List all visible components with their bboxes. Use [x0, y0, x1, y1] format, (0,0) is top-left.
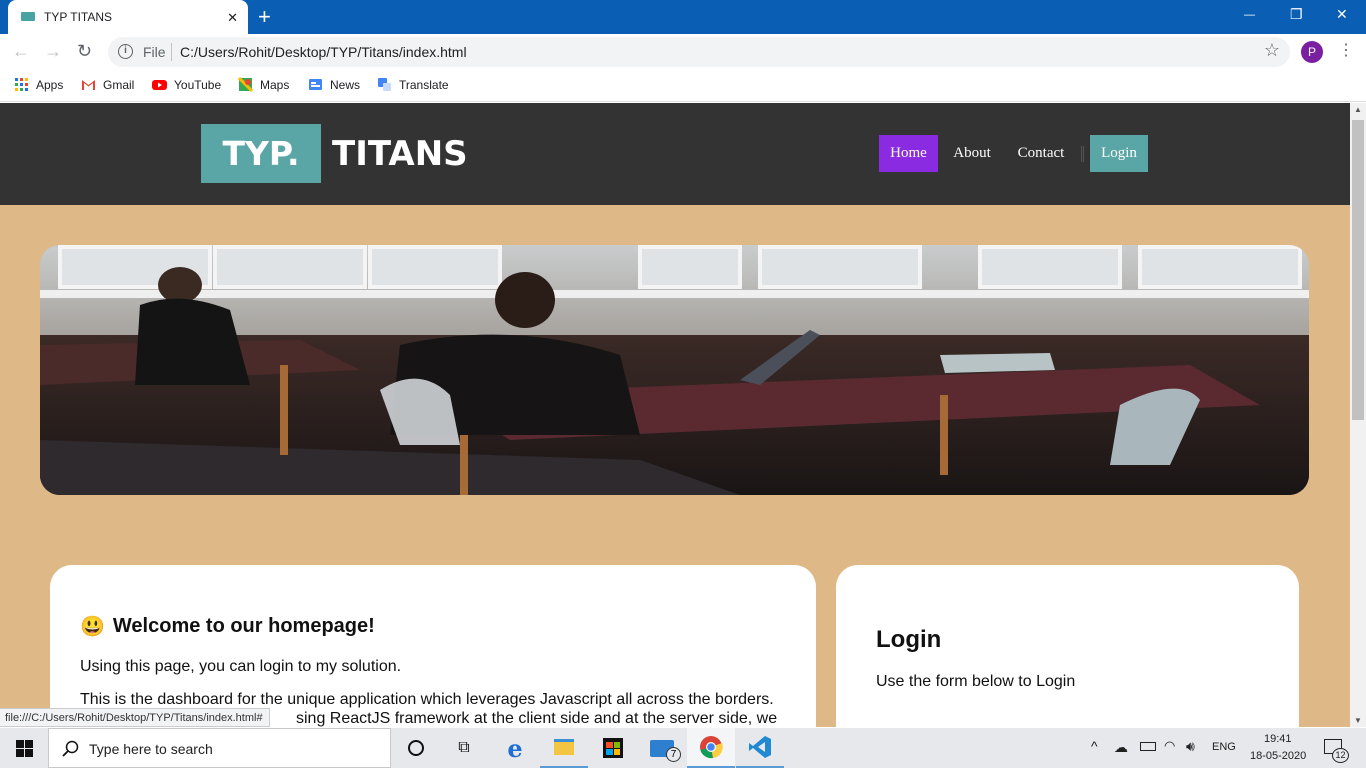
browser-tab[interactable]: TYP TITANS ✕	[8, 0, 248, 34]
bookmark-translate[interactable]: Translate	[377, 77, 449, 92]
bookmark-gmail[interactable]: Gmail	[81, 77, 134, 92]
chrome-taskbar-icon[interactable]	[687, 728, 735, 768]
taskbar-search-box[interactable]: Type here to search	[48, 728, 391, 768]
onedrive-cloud-icon[interactable]: ☁	[1114, 739, 1128, 756]
logo-box[interactable]: TYP.	[201, 124, 321, 183]
cortana-circle-icon	[408, 740, 424, 756]
windows-logo-icon	[15, 739, 33, 757]
bookmark-apps[interactable]: Apps	[14, 77, 63, 92]
tray-overflow-chevron-icon[interactable]: ^	[1091, 738, 1098, 754]
gmail-icon	[82, 80, 95, 90]
minimize-button[interactable]: —	[1244, 9, 1255, 21]
login-heading: Login	[876, 626, 942, 653]
nav-login[interactable]: Login	[1090, 135, 1148, 172]
clock-date[interactable]: 18-05-2020	[1250, 750, 1306, 762]
site-info-icon[interactable]: i	[118, 44, 133, 59]
logo-text[interactable]: TITANS	[332, 133, 468, 175]
bookmark-youtube[interactable]: YouTube	[152, 77, 221, 92]
youtube-icon	[152, 80, 167, 90]
chrome-icon	[700, 736, 723, 759]
notification-count-badge: 12	[1332, 748, 1349, 763]
back-arrow-icon[interactable]: ←	[12, 41, 30, 62]
bookmark-maps[interactable]: Maps	[238, 77, 289, 92]
classroom-photo	[40, 245, 1309, 495]
scrollbar-thumb[interactable]	[1352, 120, 1364, 420]
close-window-button[interactable]: ✕	[1336, 6, 1348, 23]
task-view-icon: ⧉	[458, 739, 470, 756]
tab-title: TYP TITANS	[44, 10, 113, 24]
welcome-heading: Welcome to our homepage!	[112, 615, 375, 637]
bookmark-label: Maps	[260, 77, 290, 92]
bookmarks-bar: Apps Gmail YouTube Maps News Translate	[0, 70, 1366, 102]
scheme-label: File	[143, 44, 166, 60]
tab-favicon-icon	[21, 12, 35, 21]
smiley-emoji-icon: 😃	[80, 615, 105, 638]
forward-arrow-icon[interactable]: →	[44, 41, 62, 62]
nav-divider	[1081, 146, 1084, 162]
scroll-up-icon[interactable]: ▲	[1354, 105, 1362, 114]
bookmark-label: Translate	[399, 77, 449, 92]
news-icon	[309, 79, 322, 90]
bookmark-label: Apps	[36, 77, 64, 92]
welcome-description-line2: sing ReactJS framework at the client sid…	[296, 710, 778, 727]
new-tab-button[interactable]: +	[258, 4, 271, 30]
search-icon	[62, 740, 79, 757]
profile-avatar[interactable]: P	[1301, 41, 1323, 63]
welcome-card: 😃 Welcome to our homepage! Using this pa…	[50, 565, 816, 727]
web-page: TYP. TITANS Home About Contact Login 😃 W…	[0, 103, 1350, 727]
login-instructions: Use the form below to Login	[876, 673, 1076, 690]
bookmark-label: YouTube	[174, 77, 222, 92]
bookmark-label: News	[330, 77, 361, 92]
volume-icon[interactable]: 🔊︎	[1186, 738, 1195, 755]
tab-close-icon[interactable]: ✕	[227, 10, 238, 26]
start-button[interactable]	[0, 728, 48, 768]
edge-icon: e	[507, 733, 523, 763]
url-text[interactable]: C:/Users/Rohit/Desktop/TYP/Titans/index.…	[180, 44, 467, 60]
restore-button[interactable]: ❐	[1290, 6, 1303, 23]
mail-badge: 7	[666, 747, 681, 762]
vscode-taskbar-icon[interactable]	[736, 728, 784, 768]
bookmark-news[interactable]: News	[308, 77, 360, 92]
battery-icon[interactable]	[1140, 742, 1156, 751]
welcome-intro: Using this page, you can login to my sol…	[80, 658, 402, 675]
cortana-button[interactable]	[392, 728, 440, 768]
nav-contact[interactable]: Contact	[1008, 135, 1074, 172]
search-placeholder: Type here to search	[89, 741, 213, 757]
apps-grid-icon	[15, 78, 28, 91]
folder-icon	[554, 739, 574, 755]
nav-home[interactable]: Home	[879, 135, 938, 172]
scroll-down-icon[interactable]: ▼	[1354, 716, 1362, 725]
vscode-icon	[749, 736, 771, 758]
welcome-heading-row: 😃 Welcome to our homepage!	[80, 615, 375, 638]
login-card: Login Use the form below to Login	[836, 565, 1299, 727]
clock-time[interactable]: 19:41	[1264, 733, 1292, 745]
mail-taskbar-icon[interactable]: 7	[638, 728, 686, 768]
address-bar-row: ← → ↻ i File C:/Users/Rohit/Desktop/TYP/…	[0, 34, 1366, 70]
bookmark-label: Gmail	[103, 77, 135, 92]
omnibox[interactable]: i File C:/Users/Rohit/Desktop/TYP/Titans…	[108, 37, 1290, 67]
omnibox-separator	[171, 43, 172, 61]
browser-title-bar: TYP TITANS ✕ + — ❐ ✕	[0, 0, 1366, 34]
bookmark-star-icon[interactable]: ☆	[1264, 40, 1280, 61]
store-taskbar-icon[interactable]	[589, 728, 637, 768]
maps-icon	[238, 77, 253, 92]
link-status-bar: file:///C:/Users/Rohit/Desktop/TYP/Titan…	[0, 708, 270, 727]
edge-taskbar-icon[interactable]: e	[491, 728, 539, 768]
wifi-icon[interactable]: ◠	[1164, 738, 1175, 754]
site-header: TYP. TITANS Home About Contact Login	[0, 103, 1350, 205]
task-view-button[interactable]: ⧉	[440, 728, 488, 768]
hero-image	[40, 245, 1309, 495]
reload-icon[interactable]: ↻	[77, 41, 92, 62]
nav-about[interactable]: About	[945, 135, 999, 172]
language-indicator[interactable]: ENG	[1212, 741, 1236, 753]
translate-icon	[378, 78, 391, 91]
browser-menu-icon[interactable]: ⋮	[1338, 40, 1354, 60]
store-bag-icon	[603, 738, 623, 758]
windows-taskbar: Type here to search ⧉ e 7 ^ ☁ ◠ 🔊︎ ENG 1…	[0, 728, 1366, 768]
welcome-description-line1: This is the dashboard for the unique app…	[80, 691, 774, 708]
file-explorer-taskbar-icon[interactable]	[540, 728, 588, 768]
